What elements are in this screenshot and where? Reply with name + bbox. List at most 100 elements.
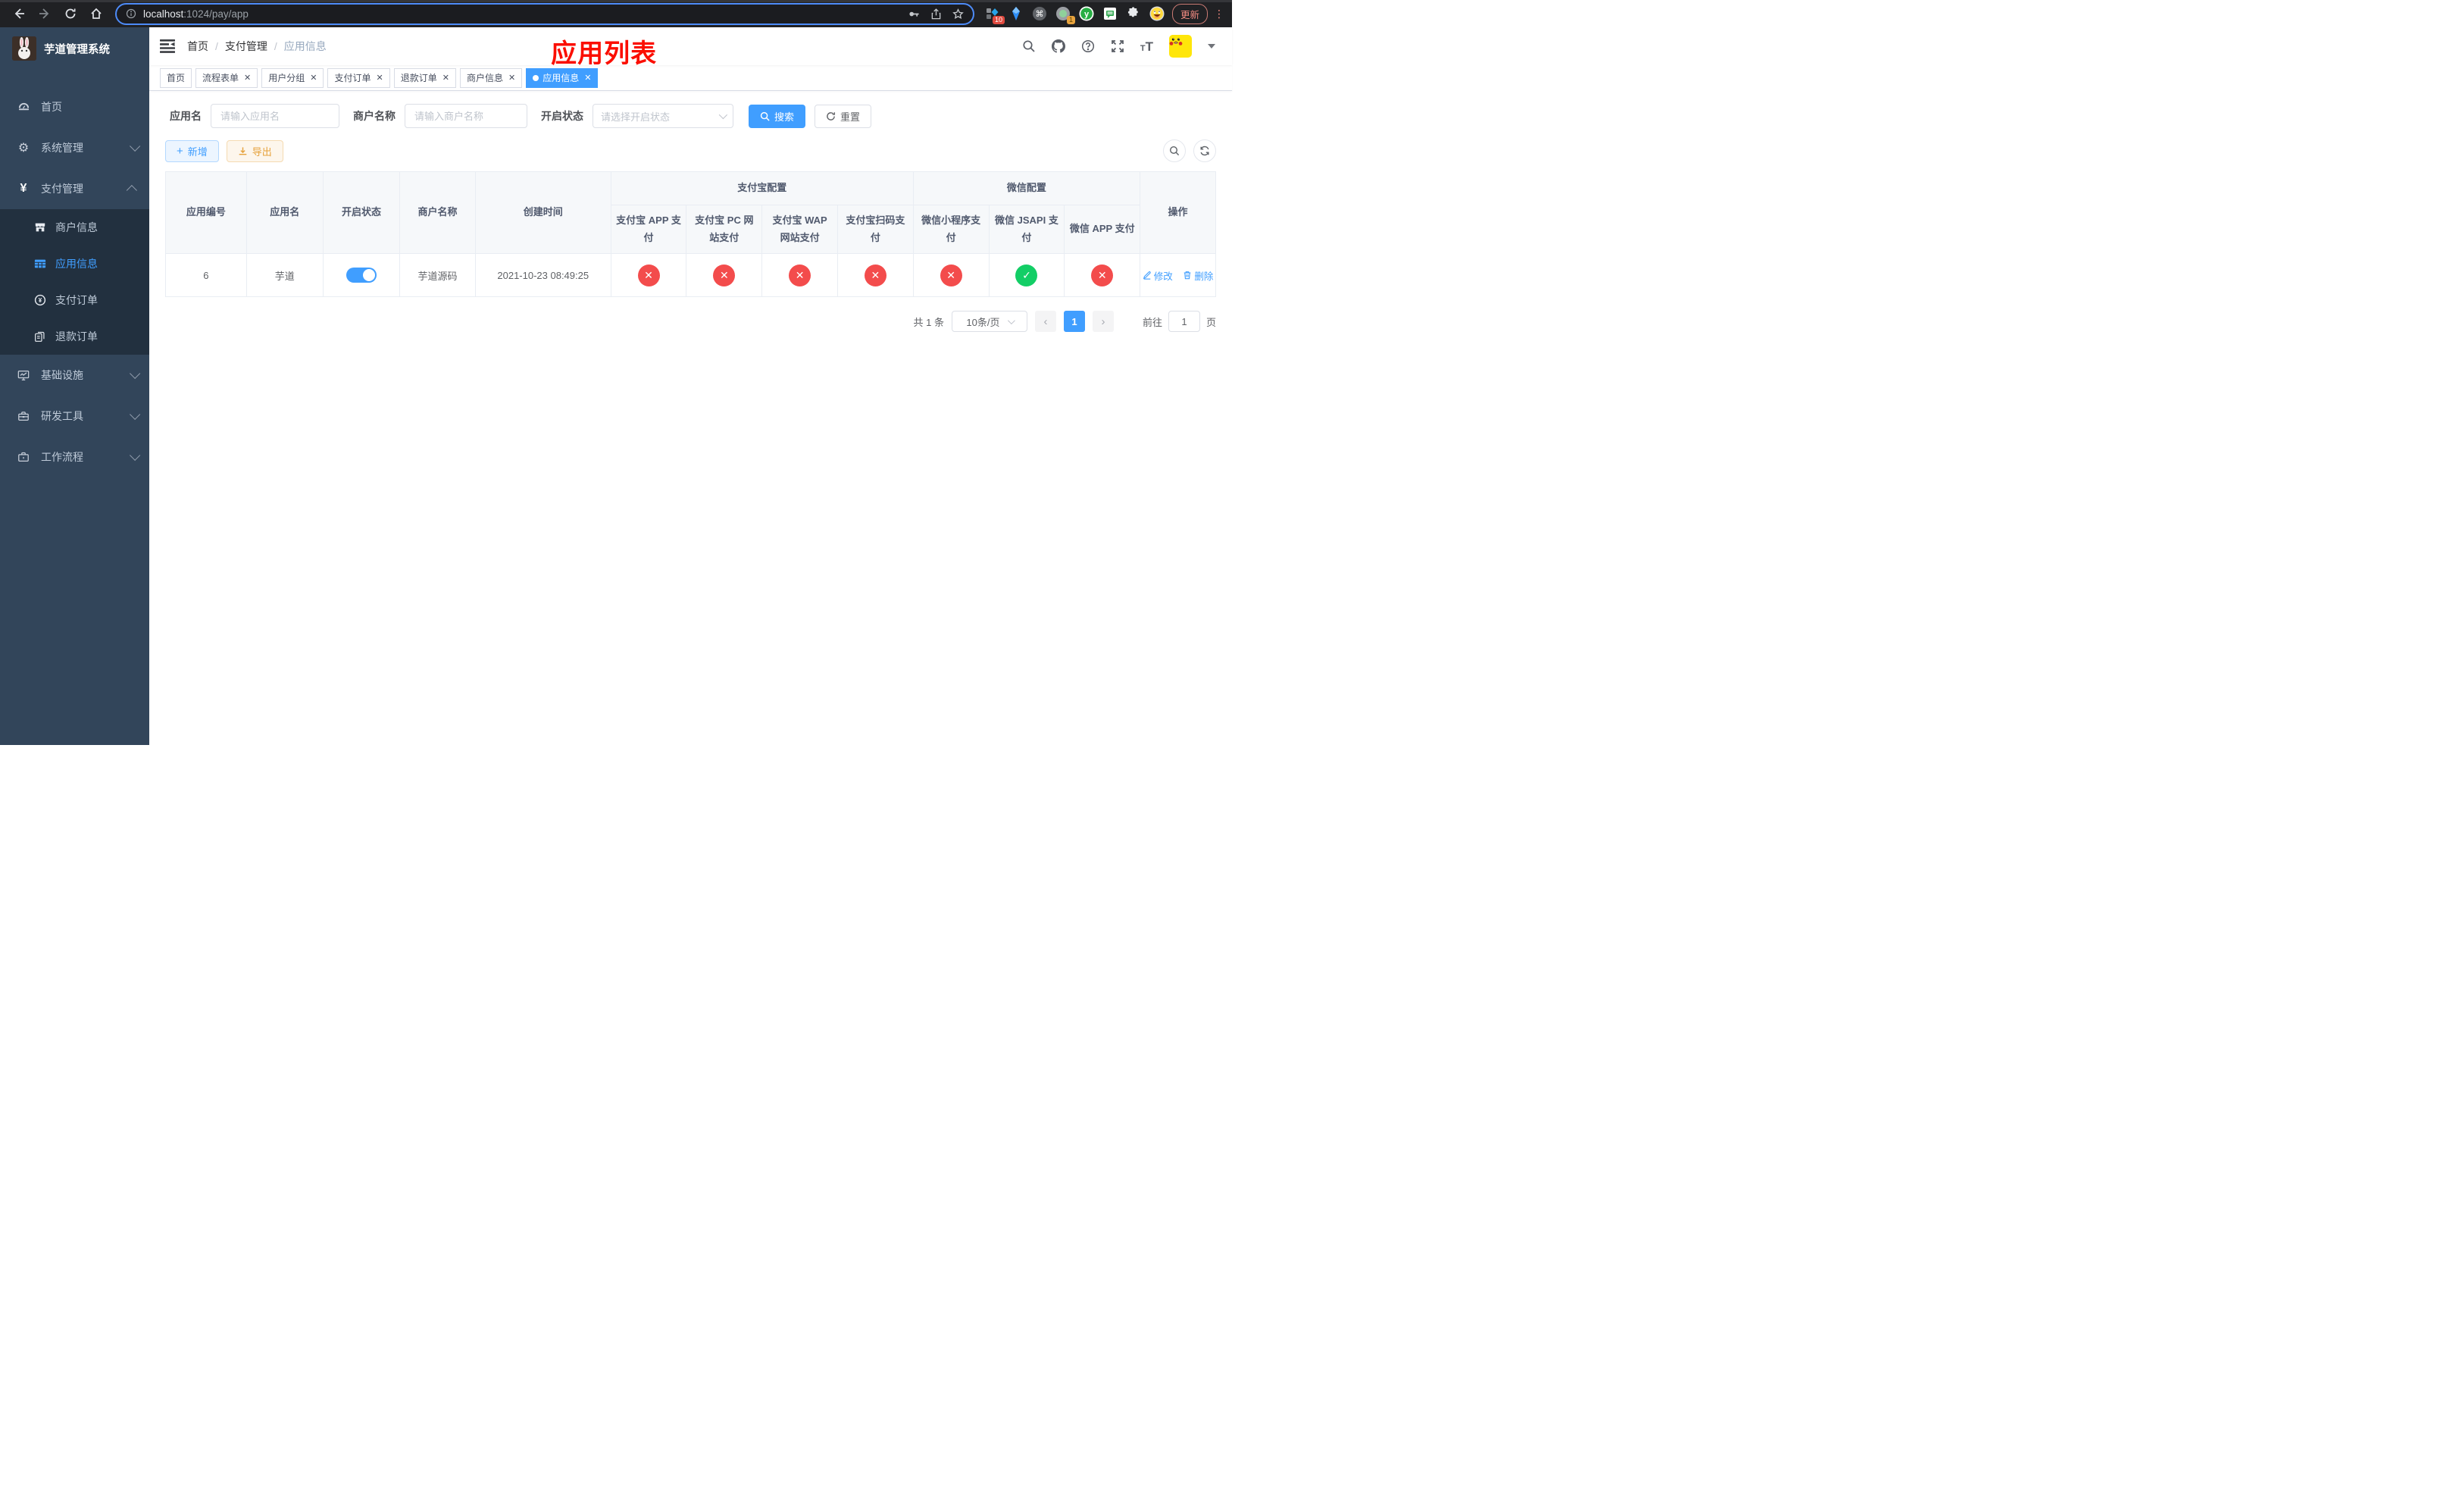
- trash-icon: [1184, 271, 1191, 280]
- sidebar-item-label: 研发工具: [41, 410, 83, 422]
- chevron-down-icon: [1007, 316, 1015, 324]
- tab-user-group[interactable]: 用户分组: [261, 67, 324, 88]
- close-icon[interactable]: [310, 73, 317, 83]
- app-table: 应用编号 应用名 开启状态 商户名称 创建时间 支付宝配置 微信配置 操作 支付…: [165, 171, 1216, 297]
- address-bar[interactable]: localhost:1024/pay/app: [115, 2, 974, 25]
- chevron-down-icon: [130, 449, 141, 461]
- close-icon[interactable]: [377, 73, 383, 83]
- sidebar-item-devtools[interactable]: 研发工具: [0, 396, 149, 437]
- next-page-button[interactable]: [1092, 311, 1114, 332]
- breadcrumb-separator: /: [274, 40, 277, 52]
- col-app-id: 应用编号: [165, 171, 247, 254]
- close-icon[interactable]: [244, 73, 251, 83]
- browser-back-button[interactable]: [9, 4, 29, 23]
- browser-reload-button[interactable]: [61, 4, 80, 23]
- site-info-icon[interactable]: [126, 8, 136, 19]
- tab-home[interactable]: 首页: [160, 67, 192, 88]
- password-key-icon[interactable]: [908, 8, 920, 20]
- refresh-icon: [1200, 146, 1209, 156]
- extension-icon-1[interactable]: 10: [985, 6, 1005, 24]
- browser-forward-button[interactable]: [35, 4, 55, 23]
- chrome-menu-icon[interactable]: ⋮: [1214, 8, 1224, 19]
- profile-avatar-icon[interactable]: [1149, 6, 1165, 21]
- extension-icon-2[interactable]: [1008, 6, 1024, 21]
- sidebar-item-app-info[interactable]: 应用信息: [0, 246, 149, 282]
- close-icon[interactable]: [442, 73, 449, 83]
- prev-page-button[interactable]: [1034, 311, 1056, 332]
- edit-link[interactable]: 修改: [1143, 268, 1173, 283]
- refresh-table-button[interactable]: [1193, 139, 1216, 162]
- user-menu-caret-icon[interactable]: [1208, 44, 1215, 49]
- monitor-icon: [17, 368, 30, 382]
- search-button[interactable]: 搜索: [749, 104, 806, 128]
- help-icon[interactable]: [1081, 39, 1095, 53]
- app-name-label: 应用名: [170, 110, 202, 122]
- enable-toggle[interactable]: [346, 268, 377, 283]
- header-search-icon[interactable]: [1022, 39, 1036, 53]
- tab-app-info[interactable]: 应用信息: [526, 67, 599, 88]
- merchant-name-input[interactable]: [405, 104, 527, 128]
- payment-submenu: 商户信息 应用信息 ¥ 支付订单 退款订单: [0, 209, 149, 355]
- extension-icon-3[interactable]: ⌘: [1032, 6, 1047, 21]
- reset-button[interactable]: 重置: [815, 104, 872, 128]
- chevron-down-icon: [130, 140, 141, 152]
- chevron-up-icon: [126, 185, 137, 196]
- extension-badge: 10: [992, 16, 1005, 24]
- alipay-qr-status-icon: ✕: [864, 264, 886, 286]
- tab-merchant-info[interactable]: 商户信息: [459, 67, 523, 88]
- sidebar-item-home[interactable]: 首页: [0, 86, 149, 127]
- sidebar-item-pay-orders[interactable]: ¥ 支付订单: [0, 282, 149, 318]
- sidebar-collapse-icon[interactable]: [160, 39, 175, 53]
- goto-page-input[interactable]: [1168, 311, 1200, 332]
- search-form: 应用名 商户名称 开启状态 请选择开启状态 搜索 重置: [165, 104, 1216, 128]
- extension-icon-4[interactable]: 1: [1055, 6, 1075, 24]
- breadcrumb-payment[interactable]: 支付管理: [225, 39, 267, 54]
- svg-text:y: y: [1084, 10, 1090, 19]
- sidebar-item-label: 基础设施: [41, 369, 83, 381]
- add-button[interactable]: 新增: [165, 139, 219, 162]
- app-name-input[interactable]: [211, 104, 339, 128]
- font-size-icon[interactable]: TT: [1140, 40, 1153, 53]
- cell-created: 2021-10-23 08:49:25: [474, 253, 611, 297]
- sidebar-item-system[interactable]: ⚙ 系统管理: [0, 127, 149, 168]
- top-navbar: 首页 / 支付管理 / 应用信息 TT: [149, 27, 1232, 65]
- close-icon[interactable]: [584, 73, 591, 83]
- alipay-app-status-icon: ✕: [637, 264, 660, 286]
- sidebar-item-merchant-info[interactable]: 商户信息: [0, 209, 149, 246]
- toolbox-icon: [17, 409, 30, 423]
- dashboard-icon: [17, 100, 30, 114]
- chrome-update-button[interactable]: 更新: [1171, 3, 1208, 24]
- browser-home-button[interactable]: [86, 4, 106, 23]
- delete-link[interactable]: 删除: [1183, 268, 1213, 283]
- sidebar-item-workflow[interactable]: 工作流程: [0, 437, 149, 477]
- briefcase-icon: [17, 450, 30, 464]
- breadcrumb-separator: /: [215, 40, 218, 52]
- sidebar-item-infra[interactable]: 基础设施: [0, 355, 149, 396]
- close-icon[interactable]: [508, 73, 515, 83]
- breadcrumb-home[interactable]: 首页: [187, 39, 208, 54]
- cell-app-name: 芋道: [245, 253, 324, 297]
- tab-process-form[interactable]: 流程表单: [195, 67, 258, 88]
- col-alipay-app: 支付宝 APP 支付: [610, 205, 687, 254]
- page-size-select[interactable]: 10条/页: [951, 311, 1027, 332]
- extension-icon-5[interactable]: y: [1079, 6, 1094, 21]
- tab-refund-orders[interactable]: 退款订单: [393, 67, 456, 88]
- sidebar-item-label: 退款订单: [55, 330, 98, 343]
- app-logo[interactable]: 芋道管理系统: [0, 27, 149, 70]
- sidebar-item-payment[interactable]: ¥ 支付管理: [0, 168, 149, 209]
- export-button[interactable]: 导出: [226, 139, 283, 162]
- page-number-1[interactable]: 1: [1063, 311, 1085, 332]
- col-wechat-app: 微信 APP 支付: [1064, 205, 1141, 254]
- share-icon[interactable]: [930, 8, 942, 20]
- fullscreen-icon[interactable]: [1111, 39, 1124, 53]
- tab-pay-orders[interactable]: 支付订单: [327, 67, 390, 88]
- extension-icon-6[interactable]: [1102, 6, 1118, 21]
- bookmark-star-icon[interactable]: [952, 8, 964, 20]
- user-avatar[interactable]: [1169, 35, 1192, 58]
- extensions-puzzle-icon[interactable]: [1126, 6, 1141, 21]
- toggle-search-button[interactable]: [1163, 139, 1186, 162]
- github-icon[interactable]: [1051, 39, 1065, 53]
- sidebar-item-refund-orders[interactable]: 退款订单: [0, 318, 149, 355]
- status-select[interactable]: 请选择开启状态: [593, 104, 733, 128]
- sidebar-item-label: 支付订单: [55, 294, 98, 306]
